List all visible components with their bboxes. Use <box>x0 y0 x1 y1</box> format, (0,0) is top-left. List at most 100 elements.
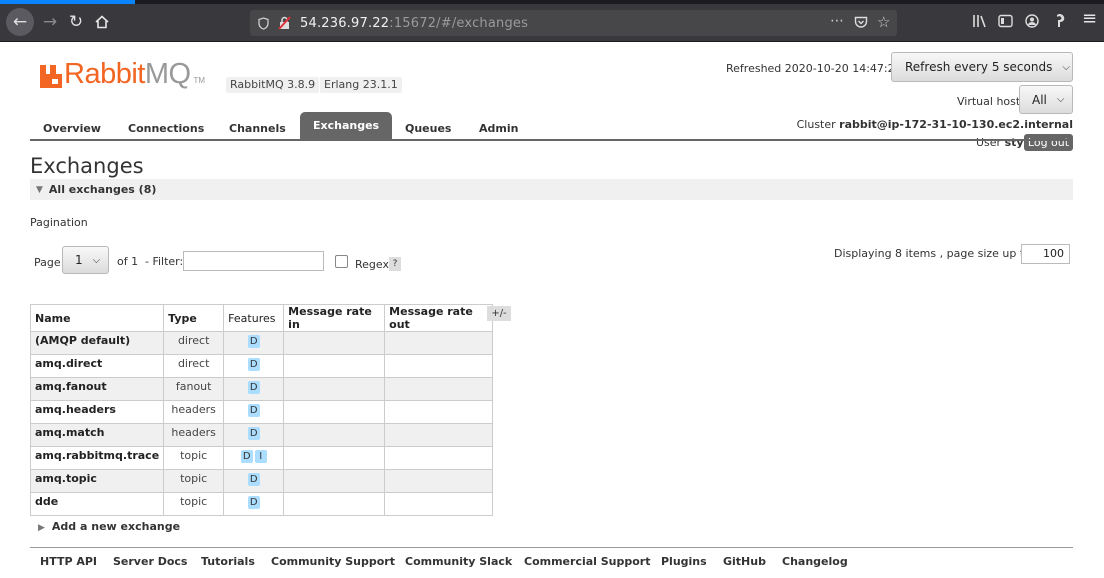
exchange-name-link[interactable]: amq.direct <box>29 354 165 378</box>
exchange-features: D <box>223 469 285 493</box>
rabbitmq-logo[interactable]: RabbitMQ TM <box>40 60 205 89</box>
message-rate-in <box>283 354 386 378</box>
rabbitmq-logo-mark <box>40 65 62 88</box>
tab-overview[interactable]: Overview <box>43 119 101 139</box>
exchange-name-link[interactable]: amq.match <box>29 423 165 447</box>
tab-exchanges[interactable]: Exchanges <box>300 112 393 139</box>
tabs-divider <box>30 139 1073 141</box>
footer-link-http-api[interactable]: HTTP API <box>40 555 97 568</box>
url-text: 54.236.97.22:15672/#/exchanges <box>300 15 529 31</box>
exchange-name-link[interactable]: (AMQP default) <box>29 331 165 355</box>
pocket-icon[interactable] <box>854 16 868 29</box>
exchange-type: direct <box>163 354 225 378</box>
home-icon <box>95 15 109 29</box>
column-toggle-button[interactable]: +/- <box>487 306 511 321</box>
message-rate-in <box>283 492 386 516</box>
regex-help-button[interactable]: ? <box>389 257 401 271</box>
footer-link-community-support[interactable]: Community Support <box>271 555 395 568</box>
exchange-type: headers <box>163 400 225 424</box>
column-header-name[interactable]: Name <box>29 304 165 332</box>
all-exchanges-section-toggle[interactable]: ▼ All exchanges (8) <box>30 179 1073 200</box>
page-select[interactable]: 1 ⌵ <box>62 246 109 274</box>
footer-link-plugins[interactable]: Plugins <box>661 555 707 568</box>
table-row: (AMQP default) direct D <box>29 331 494 355</box>
page-size-input[interactable]: 100 <box>1021 244 1070 264</box>
exchange-name-link[interactable]: amq.headers <box>29 400 165 424</box>
feature-badge: D <box>247 473 260 486</box>
filter-input[interactable] <box>183 251 324 271</box>
exchange-name-link[interactable]: dde <box>29 492 165 516</box>
exchanges-table: Name Type Features Message rate in Messa… <box>29 304 494 516</box>
user-info: User sty <box>976 136 1024 149</box>
erlang-version-badge: Erlang 23.1.1 <box>320 77 402 93</box>
exchange-name-link[interactable]: amq.rabbitmq.trace <box>29 446 165 470</box>
feature-badge: D <box>247 381 260 394</box>
home-button[interactable] <box>88 8 116 36</box>
address-bar[interactable]: 54.236.97.22:15672/#/exchanges ⋯ ☆ <box>250 10 897 36</box>
exchange-name-link[interactable]: amq.topic <box>29 469 165 493</box>
tab-channels[interactable]: Channels <box>229 119 286 139</box>
column-header-rate-out[interactable]: Message rate out <box>384 304 494 332</box>
exchange-features: D <box>223 423 285 447</box>
page-title: Exchanges <box>30 154 144 178</box>
refresh-interval-select[interactable]: Refresh every 5 seconds ⌵ <box>891 52 1073 82</box>
bookmark-star-icon[interactable]: ☆ <box>877 13 890 31</box>
account-icon[interactable] <box>1025 14 1039 28</box>
displaying-items-label: Displaying 8 items , page size up to: <box>834 247 1035 260</box>
forward-button[interactable]: → <box>36 8 64 36</box>
footer-divider <box>30 547 1073 548</box>
message-rate-in <box>283 400 386 424</box>
menu-icon[interactable]: ≡ <box>1082 8 1097 29</box>
extension-icon[interactable] <box>1053 13 1067 29</box>
chevron-down-icon: ⌵ <box>92 254 101 266</box>
shield-icon <box>258 17 269 30</box>
exchange-name-link[interactable]: amq.fanout <box>29 377 165 401</box>
chevron-down-icon: ⌵ <box>1056 94 1065 105</box>
table-row: dde topic D <box>29 492 494 516</box>
reload-icon: ↻ <box>68 12 84 32</box>
column-header-rate-in[interactable]: Message rate in <box>283 304 386 332</box>
feature-badge: D <box>247 335 260 348</box>
message-rate-in <box>283 331 386 355</box>
exchange-type: direct <box>163 331 225 355</box>
footer-link-server-docs[interactable]: Server Docs <box>113 555 187 568</box>
feature-badge: D <box>240 450 253 463</box>
exchange-type: topic <box>163 469 225 493</box>
footer-link-commercial-support[interactable]: Commercial Support <box>524 555 651 568</box>
column-header-features[interactable]: Features <box>223 304 285 332</box>
back-button[interactable]: ← <box>6 8 34 36</box>
footer-link-github[interactable]: GitHub <box>723 555 766 568</box>
refreshed-timestamp: Refreshed 2020-10-20 14:47:29 <box>726 62 902 75</box>
feature-badge: D <box>247 427 260 440</box>
table-header-row: Name Type Features Message rate in Messa… <box>29 304 494 332</box>
arrow-right-icon: → <box>42 12 58 32</box>
add-exchange-section-toggle[interactable]: ▶ Add a new exchange <box>38 520 180 533</box>
exchange-type: topic <box>163 446 225 470</box>
feature-badge: D <box>247 404 260 417</box>
message-rate-out <box>384 469 494 493</box>
footer-link-community-slack[interactable]: Community Slack <box>405 555 512 568</box>
message-rate-in <box>283 469 386 493</box>
tab-queues[interactable]: Queues <box>405 119 451 139</box>
arrow-left-icon: ← <box>12 12 28 32</box>
footer-link-tutorials[interactable]: Tutorials <box>201 555 255 568</box>
library-icon[interactable] <box>972 14 988 28</box>
regex-checkbox[interactable] <box>335 255 348 268</box>
active-tab-indicator <box>0 0 135 4</box>
logout-button[interactable]: Log out <box>1024 134 1073 151</box>
browser-toolbar: ← → ↻ 54.236.97.22:15672/#/exchanges ⋯ ☆… <box>0 0 1104 42</box>
sidebar-icon[interactable] <box>998 14 1013 28</box>
tab-admin[interactable]: Admin <box>479 119 518 139</box>
tab-strip <box>0 0 1104 4</box>
exchange-type: topic <box>163 492 225 516</box>
footer-link-changelog[interactable]: Changelog <box>782 555 848 568</box>
tab-connections[interactable]: Connections <box>128 119 204 139</box>
table-row: amq.headers headers D <box>29 400 494 424</box>
reload-button[interactable]: ↻ <box>62 8 90 36</box>
column-header-type[interactable]: Type <box>163 304 225 332</box>
virtual-host-select[interactable]: All ⌵ <box>1019 85 1073 114</box>
more-actions-icon[interactable]: ⋯ <box>830 13 845 29</box>
insecure-lock-icon <box>278 16 291 30</box>
table-row: amq.direct direct D <box>29 354 494 378</box>
exchange-features: D <box>223 331 285 355</box>
